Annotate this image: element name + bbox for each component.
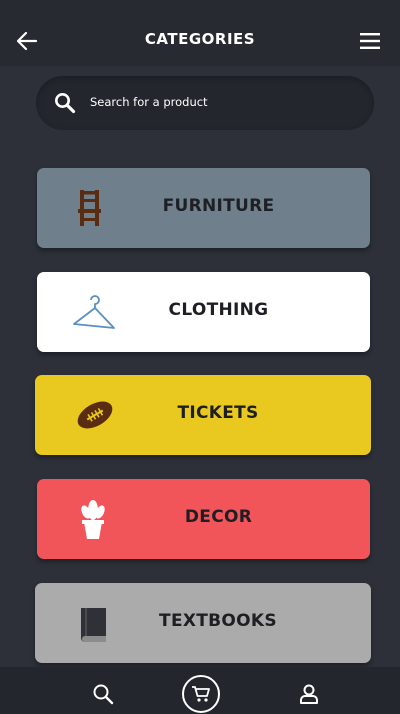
profile-icon[interactable] xyxy=(298,683,320,705)
search-icon[interactable] xyxy=(92,683,114,705)
search-bar[interactable]: Search for a product xyxy=(36,76,374,130)
category-label: DECOR xyxy=(184,507,253,527)
category-textbooks[interactable]: TEXTBOOKS xyxy=(35,583,371,663)
top-bar: CATEGORIES xyxy=(0,0,400,66)
category-label: CLOTHING xyxy=(168,300,269,320)
chair-icon xyxy=(78,190,101,226)
category-tickets[interactable]: TICKETS xyxy=(35,375,371,455)
book-icon xyxy=(81,608,106,642)
category-decor[interactable]: DECOR xyxy=(37,479,370,559)
category-label: TICKETS xyxy=(177,403,259,423)
search-icon xyxy=(55,93,76,114)
category-furniture[interactable]: FURNITURE xyxy=(37,168,370,248)
football-icon xyxy=(77,401,113,429)
hamburger-menu-icon[interactable] xyxy=(360,32,380,50)
hanger-icon xyxy=(73,295,115,329)
search-input[interactable]: Search for a product xyxy=(90,95,208,109)
category-label: TEXTBOOKS xyxy=(159,611,277,631)
plant-icon xyxy=(81,500,105,539)
page-title: CATEGORIES xyxy=(144,30,256,48)
bottom-nav xyxy=(0,667,400,714)
cart-button[interactable] xyxy=(182,675,220,713)
category-label: FURNITURE xyxy=(162,196,275,216)
category-clothing[interactable]: CLOTHING xyxy=(37,272,370,352)
cart-icon xyxy=(192,686,210,702)
